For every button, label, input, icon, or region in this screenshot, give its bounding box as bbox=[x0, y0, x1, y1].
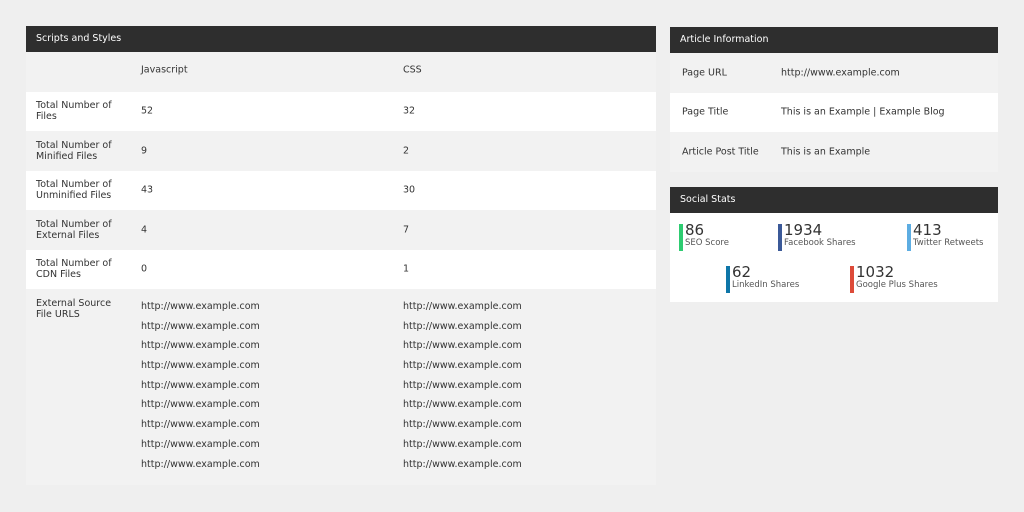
social-stats-body: 86 SEO Score 1934 Facebook Shares 413 Tw… bbox=[670, 213, 998, 302]
js-value: 9 bbox=[141, 145, 148, 157]
css-url-list: http://www.example.com http://www.exampl… bbox=[403, 301, 522, 478]
css-url-link[interactable]: http://www.example.com bbox=[403, 419, 522, 439]
css-value: 2 bbox=[403, 145, 410, 157]
page-title-row: Page Title This is an Example | Example … bbox=[670, 92, 998, 132]
css-url-link[interactable]: http://www.example.com bbox=[403, 399, 522, 419]
facebook-shares-stat: 1934 Facebook Shares bbox=[778, 221, 856, 251]
page-title-label: Page Title bbox=[682, 106, 729, 118]
stat-label: Facebook Shares bbox=[784, 238, 856, 248]
row-label: Total Number of Unminified Files bbox=[36, 179, 112, 202]
linkedin-shares-stat: 62 LinkedIn Shares bbox=[726, 263, 800, 293]
page-url-value[interactable]: http://www.example.com bbox=[781, 67, 900, 78]
table-row-external-files: Total Number of External Files 4 7 bbox=[26, 210, 656, 250]
social-stats-panel: Social Stats 86 SEO Score 1934 Facebook … bbox=[670, 187, 998, 302]
javascript-url-list: http://www.example.com http://www.exampl… bbox=[141, 301, 260, 478]
row-label: Total Number of Files bbox=[36, 100, 112, 123]
row-label: Total Number of CDN Files bbox=[36, 258, 112, 281]
page-title-value: This is an Example | Example Blog bbox=[781, 106, 945, 118]
css-value: 7 bbox=[403, 224, 410, 236]
seo-icon bbox=[679, 224, 683, 251]
css-value: 30 bbox=[403, 184, 416, 196]
js-value: 4 bbox=[141, 224, 148, 236]
css-url-link[interactable]: http://www.example.com bbox=[403, 439, 522, 459]
google-plus-icon bbox=[850, 266, 854, 293]
page-url-label: Page URL bbox=[682, 67, 727, 79]
css-value: 32 bbox=[403, 105, 416, 117]
linkedin-icon bbox=[726, 266, 730, 293]
seo-score-stat: 86 SEO Score bbox=[679, 221, 729, 251]
css-url-link[interactable]: http://www.example.com bbox=[403, 360, 522, 380]
article-post-title-row: Article Post Title This is an Example bbox=[670, 132, 998, 172]
row-label: Total Number of Minified Files bbox=[36, 139, 112, 162]
twitter-retweets-stat: 413 Twitter Retweets bbox=[907, 221, 984, 251]
stat-label: Twitter Retweets bbox=[913, 238, 984, 248]
js-url-link[interactable]: http://www.example.com bbox=[141, 321, 260, 341]
article-panel-title: Article Information bbox=[670, 27, 998, 53]
css-url-link[interactable]: http://www.example.com bbox=[403, 340, 522, 360]
scripts-panel-title: Scripts and Styles bbox=[26, 26, 656, 52]
table-row-unminified-files: Total Number of Unminified Files 43 30 bbox=[26, 170, 656, 210]
article-post-title-value: This is an Example bbox=[781, 146, 871, 158]
row-label: Total Number of External Files bbox=[36, 218, 112, 241]
js-url-link[interactable]: http://www.example.com bbox=[141, 419, 260, 439]
js-url-link[interactable]: http://www.example.com bbox=[141, 340, 260, 360]
stat-value: 1934 bbox=[784, 221, 823, 239]
stat-label: Google Plus Shares bbox=[856, 280, 938, 290]
scripts-and-styles-panel: Scripts and Styles Javascript CSS Total … bbox=[26, 26, 656, 485]
stat-value: 62 bbox=[732, 263, 752, 281]
js-url-link[interactable]: http://www.example.com bbox=[141, 399, 260, 419]
css-url-link[interactable]: http://www.example.com bbox=[403, 301, 522, 321]
css-column-header: CSS bbox=[403, 64, 422, 76]
stat-value: 1032 bbox=[856, 263, 895, 281]
table-row-total-files: Total Number of Files 52 32 bbox=[26, 91, 656, 131]
table-row-cdn-files: Total Number of CDN Files 0 1 bbox=[26, 249, 656, 289]
google-plus-shares-stat: 1032 Google Plus Shares bbox=[850, 263, 938, 293]
js-url-link[interactable]: http://www.example.com bbox=[141, 459, 260, 479]
css-url-link[interactable]: http://www.example.com bbox=[403, 459, 522, 479]
article-post-title-label: Article Post Title bbox=[682, 146, 759, 158]
column-header-row: Javascript CSS bbox=[26, 52, 656, 92]
js-url-link[interactable]: http://www.example.com bbox=[141, 301, 260, 321]
css-url-link[interactable]: http://www.example.com bbox=[403, 380, 522, 400]
js-value: 0 bbox=[141, 263, 148, 275]
stat-label: SEO Score bbox=[685, 238, 729, 248]
stat-label: LinkedIn Shares bbox=[732, 280, 800, 290]
stat-value: 86 bbox=[685, 221, 705, 239]
js-url-link[interactable]: http://www.example.com bbox=[141, 380, 260, 400]
stat-value: 413 bbox=[913, 221, 942, 239]
js-value: 43 bbox=[141, 184, 154, 196]
table-row-external-urls: External Source File URLS http://www.exa… bbox=[26, 289, 656, 485]
twitter-icon bbox=[907, 224, 911, 251]
css-url-link[interactable]: http://www.example.com bbox=[403, 321, 522, 341]
js-url-link[interactable]: http://www.example.com bbox=[141, 360, 260, 380]
css-value: 1 bbox=[403, 263, 410, 275]
facebook-icon bbox=[778, 224, 782, 251]
js-url-link[interactable]: http://www.example.com bbox=[141, 439, 260, 459]
article-information-panel: Article Information Page URL http://www.… bbox=[670, 27, 998, 172]
javascript-column-header: Javascript bbox=[141, 64, 188, 76]
row-label: External Source File URLS bbox=[36, 298, 112, 320]
social-panel-title: Social Stats bbox=[670, 187, 998, 213]
js-value: 52 bbox=[141, 105, 154, 117]
table-row-minified-files: Total Number of Minified Files 9 2 bbox=[26, 131, 656, 171]
page-url-row: Page URL http://www.example.com bbox=[670, 53, 998, 93]
